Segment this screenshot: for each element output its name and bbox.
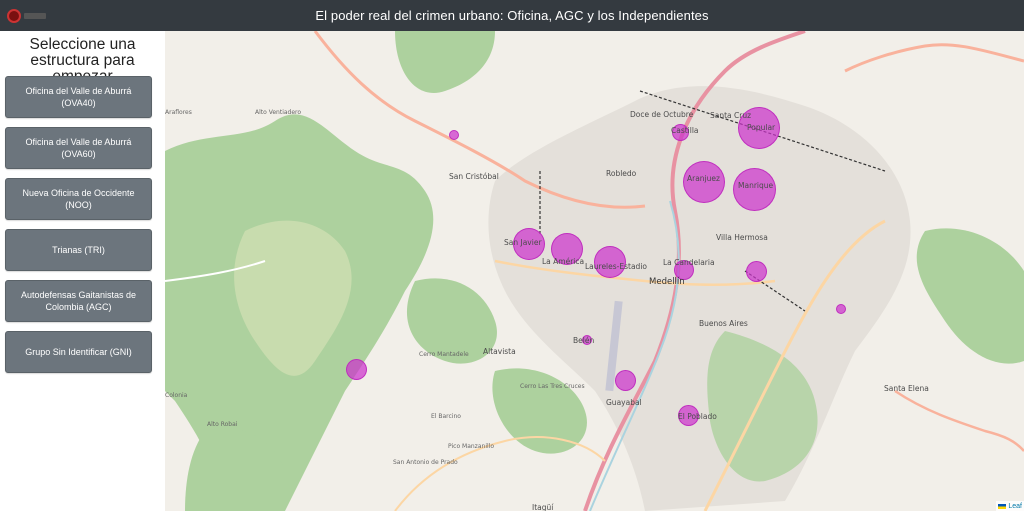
structure-button-noo[interactable]: Nueva Oficina de Occidente (NOO) <box>5 178 152 220</box>
map-label: Popular <box>747 123 776 132</box>
map-label: Santa Elena <box>884 384 929 393</box>
map-label: Villa Hermosa <box>716 233 768 242</box>
map-label: Alto Robai <box>207 421 238 428</box>
map-label: San Javier <box>504 238 542 247</box>
map-label: Aranjuez <box>687 174 720 183</box>
map-label: Alto Ventiadero <box>255 109 302 116</box>
map-label: Pico Manzanillo <box>448 443 494 450</box>
logo-wordmark <box>24 12 46 19</box>
map-label: San Antonio de Prado <box>393 459 458 466</box>
map-label: Castilla <box>671 126 699 135</box>
map-label: Santa Cruz <box>710 111 752 120</box>
map-label: Robledo <box>606 169 637 178</box>
map-label: La Candelaria <box>663 258 715 267</box>
map-attribution[interactable]: Leaf <box>996 501 1024 511</box>
sidebar-title: Seleccione una estructura para empezar <box>29 36 136 85</box>
page-title: El poder real del crimen urbano: Oficina… <box>315 8 709 23</box>
map-label: Cerro Las Tres Cruces <box>520 383 585 390</box>
map-label: Cerro Mantadele <box>419 351 469 358</box>
map-label: Buenos Aires <box>699 319 748 328</box>
map-label: Araflores <box>165 109 192 116</box>
incident-marker[interactable] <box>615 370 636 391</box>
map-label: Altavista <box>483 347 516 356</box>
app-header: El poder real del crimen urbano: Oficina… <box>0 0 1024 31</box>
map-label: Doce de Octubre <box>630 110 694 119</box>
map-label: San Cristóbal <box>449 172 499 181</box>
map-tiles <box>165 31 1024 511</box>
structure-button-gni[interactable]: Grupo Sin Identificar (GNI) <box>5 331 152 373</box>
incident-marker[interactable] <box>836 304 846 314</box>
map-label: Guayabal <box>606 398 642 407</box>
structure-button-ova60[interactable]: Oficina del Valle de Aburrá (OVA60) <box>5 127 152 169</box>
logo <box>7 7 49 24</box>
map-label: El Barcino <box>431 413 461 420</box>
incident-marker[interactable] <box>746 261 767 282</box>
structure-button-tri[interactable]: Trianas (TRI) <box>5 229 152 271</box>
structure-button-agc[interactable]: Autodefensas Gaitanistas de Colombia (AG… <box>5 280 152 322</box>
map-label: La América <box>542 257 585 266</box>
incident-marker[interactable] <box>346 359 367 380</box>
map-label: Itagüí <box>532 503 554 511</box>
attribution-link[interactable]: Leaf <box>1008 503 1022 510</box>
map-label: Laureles-Estadio <box>585 262 647 271</box>
map-canvas[interactable]: Doce de Octubre Santa Cruz Popular Casti… <box>165 31 1024 511</box>
logo-icon <box>7 8 21 23</box>
map-label: Colonia <box>165 392 188 399</box>
map-label: Manrique <box>738 181 774 190</box>
map-label: El Poblado <box>678 412 717 421</box>
ukraine-flag-icon <box>998 503 1007 509</box>
structure-button-ova40[interactable]: Oficina del Valle de Aburrá (OVA40) <box>5 76 152 118</box>
sidebar: Seleccione una estructura para empezar O… <box>0 31 165 511</box>
incident-marker[interactable] <box>449 130 459 140</box>
map-label-city: Medellín <box>649 277 685 287</box>
map-label: Belén <box>573 336 595 345</box>
